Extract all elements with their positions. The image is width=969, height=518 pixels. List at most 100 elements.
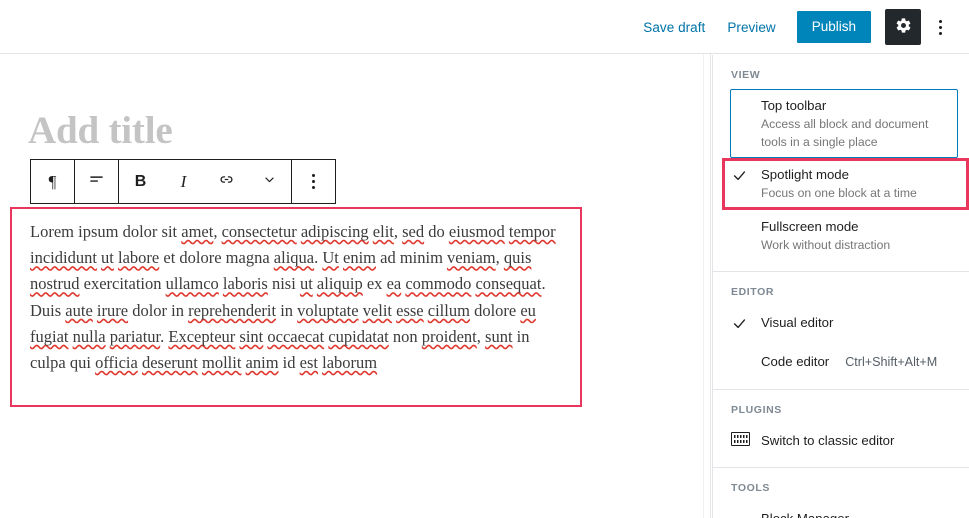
misspelled-word: enim xyxy=(343,248,376,268)
misspelled-word: nulla xyxy=(72,326,106,346)
misspelled-word: pariatur xyxy=(109,326,161,346)
menu-item-visual-editor[interactable]: Visual editor xyxy=(713,306,969,345)
header-actions: Save draft Preview Publish xyxy=(632,0,955,54)
misspelled-word: reprehenderit xyxy=(188,300,277,320)
misspelled-word: est xyxy=(299,353,318,373)
misspelled-word: labore xyxy=(118,248,160,268)
link-button[interactable] xyxy=(205,160,248,203)
misspelled-word: amet xyxy=(181,222,214,241)
more-rich-text-button[interactable] xyxy=(248,160,291,203)
misspelled-word: commodo xyxy=(405,274,472,294)
menu-item-shortcut: Ctrl+Shift+Alt+M xyxy=(845,355,938,369)
menu-group-plugins: PLUGINS Switch to classic editor xyxy=(713,390,969,468)
preview-button[interactable]: Preview xyxy=(716,12,786,43)
misspelled-word: ea xyxy=(386,274,402,294)
publish-button[interactable]: Publish xyxy=(796,11,871,43)
misspelled-word: sint xyxy=(239,326,264,346)
more-options-button[interactable] xyxy=(925,9,955,45)
misspelled-word: officia xyxy=(95,353,138,373)
block-type-group: ¶ xyxy=(31,160,75,203)
bold-button[interactable]: B xyxy=(119,160,162,203)
gear-icon xyxy=(895,17,912,37)
misspelled-word: veniam xyxy=(447,248,496,268)
kebab-menu-icon xyxy=(312,174,315,189)
misspelled-word: esse xyxy=(396,300,424,320)
misspelled-word: Excepteur xyxy=(168,326,236,346)
save-draft-button[interactable]: Save draft xyxy=(632,12,716,43)
misspelled-word: sunt xyxy=(485,326,513,346)
menu-group-view: VIEW Top toolbar Access all block and docu… xyxy=(713,55,969,272)
misspelled-word: eiusmod xyxy=(448,222,505,241)
inline-format-group: B I xyxy=(119,160,292,203)
misspelled-word: occaecat xyxy=(267,326,325,346)
panel-divider-inner xyxy=(710,54,711,518)
menu-item-switch-to-classic-editor[interactable]: Switch to classic editor xyxy=(713,424,969,457)
menu-item-code-editor[interactable]: Code editor Ctrl+Shift+Alt+M xyxy=(713,345,969,379)
misspelled-word: adipiscing xyxy=(300,222,369,241)
misspelled-word: Ut xyxy=(322,248,339,268)
misspelled-word: consequat xyxy=(475,274,542,294)
check-placeholder xyxy=(731,217,761,219)
menu-item-label: Fullscreen mode xyxy=(761,218,859,234)
menu-item-description: Work without distraction xyxy=(761,237,891,252)
misspelled-word: anim xyxy=(245,353,279,373)
kebab-menu-icon xyxy=(938,19,942,35)
italic-button[interactable]: I xyxy=(162,160,205,203)
misspelled-word: ullamco xyxy=(165,274,219,294)
menu-item-label: Visual editor xyxy=(761,315,834,330)
block-more-options-button[interactable] xyxy=(292,160,335,203)
post-title-placeholder[interactable]: Add title xyxy=(28,109,173,153)
misspelled-word: ut xyxy=(299,274,313,294)
misspelled-word: deserunt xyxy=(141,353,198,373)
misspelled-word: elit xyxy=(372,222,394,241)
misspelled-word: mollit xyxy=(202,353,242,373)
misspelled-word: aliqua xyxy=(273,248,315,268)
menu-item-block-manager[interactable]: Block Manager xyxy=(713,502,969,518)
misspelled-word: nostrud xyxy=(30,274,80,294)
misspelled-word: irure xyxy=(96,300,129,320)
misspelled-word: velit xyxy=(362,300,393,320)
misspelled-word: consectetur xyxy=(221,222,297,241)
check-placeholder xyxy=(731,96,761,98)
misspelled-word: cillum xyxy=(427,300,470,320)
more-options-dropdown: VIEW Top toolbar Access all block and docu… xyxy=(712,55,969,518)
menu-item-label: Switch to classic editor xyxy=(761,433,895,448)
menu-item-label: Top toolbar xyxy=(761,98,827,113)
chevron-down-icon xyxy=(261,171,278,193)
misspelled-word: aliquip xyxy=(316,274,363,294)
paragraph-pilcrow-icon: ¶ xyxy=(48,171,57,191)
menu-group-tools: TOOLS Block Manager xyxy=(713,468,969,518)
menu-item-description: Focus on one block at a time xyxy=(761,186,917,200)
settings-button[interactable] xyxy=(885,9,921,45)
paragraph-text[interactable]: Lorem ipsum dolor sit amet, consectetur … xyxy=(30,219,568,376)
menu-item-label: Spotlight mode xyxy=(761,167,849,182)
check-placeholder xyxy=(731,352,761,354)
block-toolbar: ¶ B I xyxy=(30,159,336,204)
checkmark-icon xyxy=(731,313,761,338)
checkmark-icon xyxy=(731,165,761,190)
selected-paragraph-block[interactable]: Lorem ipsum dolor sit amet, consectetur … xyxy=(10,207,582,407)
menu-item-description: Access all block and document tools in a… xyxy=(761,117,929,149)
misspelled-word: fugiat xyxy=(30,326,69,346)
misspelled-word: ut xyxy=(101,248,114,268)
menu-group-label: EDITOR xyxy=(731,286,775,298)
menu-item-label: Block Manager xyxy=(761,509,849,518)
misspelled-word: cupidatat xyxy=(328,326,389,346)
menu-item-spotlight-mode[interactable]: Spotlight mode Focus on one block at a ti… xyxy=(713,158,969,210)
misspelled-word: laborum xyxy=(322,353,378,373)
misspelled-word: voluptate xyxy=(297,300,359,320)
menu-item-fullscreen-mode[interactable]: Fullscreen mode Work without distraction xyxy=(713,210,969,262)
misspelled-word: tempor xyxy=(508,222,556,241)
misspelled-word: sed xyxy=(402,222,425,241)
align-text-button[interactable] xyxy=(75,160,118,203)
align-left-icon xyxy=(87,170,106,194)
menu-group-label: TOOLS xyxy=(731,482,770,494)
keyboard-icon xyxy=(731,432,750,446)
menu-item-top-toolbar[interactable]: Top toolbar Access all block and document… xyxy=(713,89,969,158)
link-icon xyxy=(217,170,236,194)
block-options-group xyxy=(292,160,335,203)
misspelled-word: eu xyxy=(520,300,536,320)
editor-header-bar: Save draft Preview Publish xyxy=(0,0,969,54)
paragraph-block-type-button[interactable]: ¶ xyxy=(31,160,74,203)
menu-group-label: VIEW xyxy=(731,69,761,81)
